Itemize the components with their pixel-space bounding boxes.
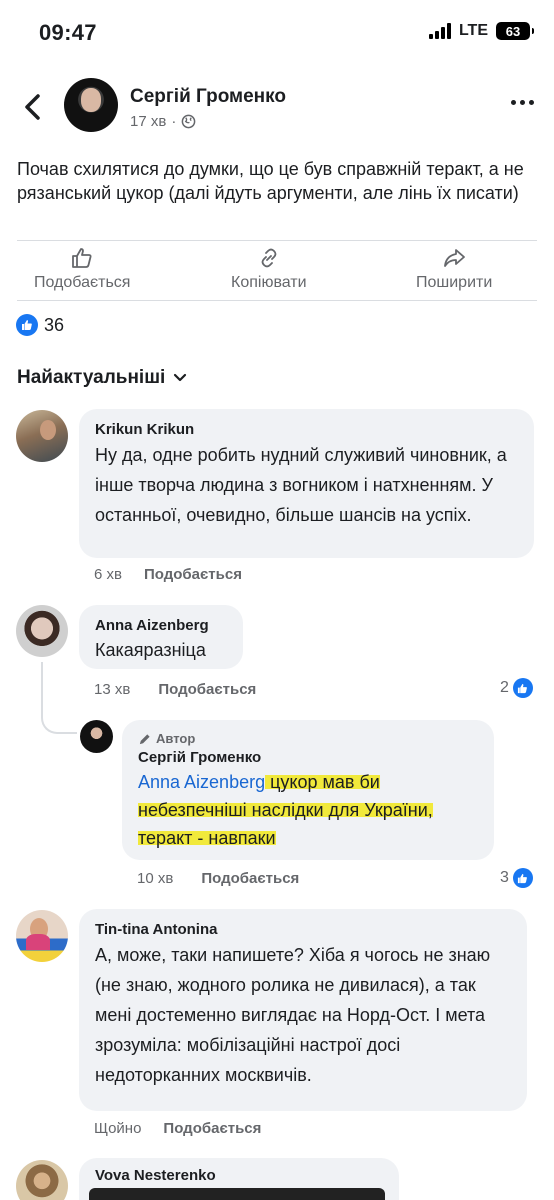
back-button[interactable] xyxy=(18,92,48,122)
comment-sort-dropdown[interactable]: Найактуальніші xyxy=(17,367,187,389)
copy-button[interactable]: Копіювати xyxy=(231,246,307,292)
comment-like-button[interactable]: Подобається xyxy=(144,566,242,583)
comment-meta: Щойно Подобається xyxy=(94,1120,261,1137)
post-text: Почав схилятися до думки, що це був спра… xyxy=(17,159,524,203)
like-reaction-icon xyxy=(16,314,38,336)
comment-like-button[interactable]: Подобається xyxy=(158,681,256,698)
thumbs-up-icon xyxy=(72,248,92,268)
comment-time[interactable]: 10 хв xyxy=(137,870,173,887)
comment-reaction-count: 2 xyxy=(500,679,509,696)
comment-reaction-summary[interactable]: 3 xyxy=(500,868,533,888)
share-arrow-icon xyxy=(444,249,466,267)
status-time: 09:47 xyxy=(39,20,97,45)
post-time[interactable]: 17 хв xyxy=(130,113,166,130)
chevron-down-icon xyxy=(174,373,187,382)
comment-author[interactable]: Anna Aizenberg xyxy=(95,616,227,636)
like-reaction-icon xyxy=(512,868,533,888)
comment-reaction-count: 3 xyxy=(500,869,509,886)
like-reaction-icon xyxy=(512,678,533,698)
reply-thread-line xyxy=(41,662,77,734)
comment-author[interactable]: Krikun Krikun xyxy=(95,420,518,440)
comment-media[interactable] xyxy=(89,1188,385,1200)
comment-time[interactable]: Щойно xyxy=(94,1120,141,1137)
reply-author-avatar[interactable] xyxy=(80,720,113,753)
comment-meta: 10 хв Подобається xyxy=(137,870,299,887)
signal-icon xyxy=(428,23,451,39)
comment-meta: 13 хв Подобається xyxy=(94,681,256,698)
comment-reaction-summary[interactable]: 2 xyxy=(500,678,533,698)
comment-meta: 6 хв Подобається xyxy=(94,566,242,583)
mention-link[interactable]: Anna Aizenberg xyxy=(138,772,265,792)
link-icon xyxy=(261,248,277,268)
comment-text: Anna Aizenberg цукор мав би небезпечніші… xyxy=(138,768,478,852)
comment-like-button[interactable]: Подобається xyxy=(201,870,299,887)
chevron-left-icon xyxy=(25,94,40,120)
reaction-summary[interactable]: 36 xyxy=(16,314,64,336)
comment-text: Ну да, одне робить нудний служивий чинов… xyxy=(95,445,507,525)
comment-text: Какаяразніца xyxy=(95,640,206,660)
comment-author[interactable]: Сергій Громенко xyxy=(138,748,478,768)
sort-label: Найактуальніші xyxy=(17,367,166,388)
status-bar: 09:47 LTE 63 xyxy=(0,0,554,66)
divider xyxy=(17,300,537,301)
commenter-avatar[interactable] xyxy=(16,910,68,962)
copy-label: Копіювати xyxy=(231,274,307,291)
commenter-avatar[interactable] xyxy=(16,605,68,657)
comment-bubble: Tin-tina Antonina А, може, таки напишете… xyxy=(79,909,527,1111)
share-button[interactable]: Поширити xyxy=(416,246,492,292)
author-avatar[interactable] xyxy=(64,78,118,132)
status-indicators: LTE 63 xyxy=(428,22,534,40)
pen-icon xyxy=(139,733,150,744)
globe-icon xyxy=(181,114,196,129)
comment-author[interactable]: Tin-tina Antonina xyxy=(95,920,511,940)
like-button[interactable]: Подобається xyxy=(34,246,130,292)
battery-level: 63 xyxy=(505,23,521,39)
comment-like-button[interactable]: Подобається xyxy=(163,1120,261,1137)
reaction-count: 36 xyxy=(44,314,65,335)
network-label: LTE xyxy=(458,22,488,39)
commenter-avatar[interactable] xyxy=(16,1160,68,1200)
author-badge: Автор xyxy=(138,730,478,748)
share-label: Поширити xyxy=(416,274,493,291)
comment-text: А, може, таки напишете? Хіба я чогось не… xyxy=(95,945,491,1085)
post-meta: 17 хв · xyxy=(130,113,196,130)
meta-separator: · xyxy=(171,113,177,130)
comment-bubble: Vova Nesterenko xyxy=(79,1158,399,1200)
post-header: Сергій Громенко 17 хв · xyxy=(0,78,554,138)
comment-bubble: Krikun Krikun Ну да, одне робить нудний … xyxy=(79,409,534,558)
like-label: Подобається xyxy=(34,274,131,291)
reply-bubble: Автор Сергій Громенко Anna Aizenberg цук… xyxy=(122,720,494,860)
comment-bubble: Anna Aizenberg Какаяразніца xyxy=(79,605,243,669)
comment-time[interactable]: 6 хв xyxy=(94,566,122,583)
post-actions: Подобається Копіювати Поширити xyxy=(0,246,554,298)
comment-time[interactable]: 13 хв xyxy=(94,681,130,698)
more-options-button[interactable] xyxy=(511,100,534,105)
author-badge-label: Автор xyxy=(156,731,196,746)
comment-author[interactable]: Vova Nesterenko xyxy=(95,1166,383,1186)
post-author-name[interactable]: Сергій Громенко xyxy=(130,86,286,108)
battery-icon: 63 xyxy=(496,22,534,40)
divider xyxy=(17,240,537,241)
commenter-avatar[interactable] xyxy=(16,410,68,462)
